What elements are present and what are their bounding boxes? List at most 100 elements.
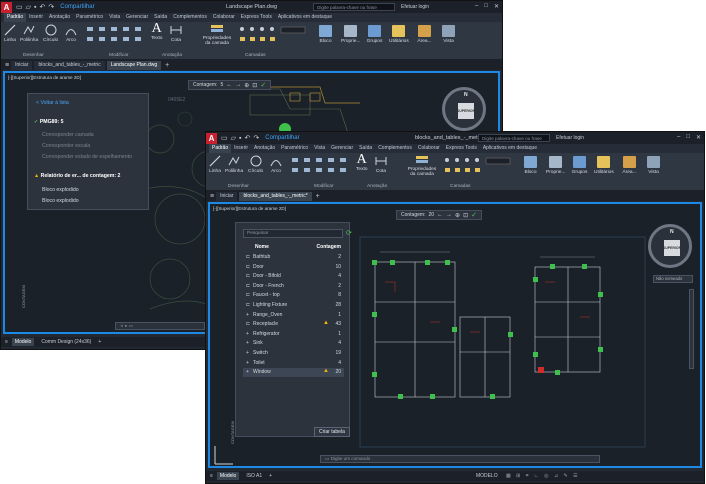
ribbon-tab[interactable]: Padrão: [209, 144, 232, 153]
layers-panel-label[interactable]: Camadas: [245, 53, 266, 58]
file-tab-landscape[interactable]: Landscape Plan.dwg: [106, 60, 162, 70]
model-space-toggle[interactable]: MODELO: [476, 473, 498, 479]
zoom-icon[interactable]: ⊡: [252, 82, 257, 89]
dimension-tool[interactable]: Cota: [170, 24, 182, 43]
ribbon-tab[interactable]: Paramétrico: [278, 144, 311, 153]
modify-panel-label[interactable]: Modificar: [314, 184, 333, 189]
layer-properties-tool[interactable]: Propriedades da camada: [406, 155, 438, 177]
open-folder-icon[interactable]: ▱: [26, 4, 31, 11]
count-table-row[interactable]: ⊏ Door 10: [243, 263, 344, 272]
redo-icon[interactable]: ↷: [253, 135, 259, 142]
count-table-row[interactable]: + Sink 4: [243, 339, 344, 348]
circle-tool[interactable]: Círculo: [43, 24, 58, 43]
command-line-back[interactable]: ⨯ ▸ ▭: [115, 322, 205, 330]
ribbon-tab[interactable]: Express Tools: [238, 13, 275, 22]
ribbon-tab[interactable]: Anotação: [251, 144, 278, 153]
view-panel[interactable]: Vista: [644, 156, 663, 182]
expand-icon[interactable]: +: [246, 312, 249, 318]
ribbon-tab[interactable]: Anotação: [46, 13, 73, 22]
drawing-viewport[interactable]: [-][Superior][Estrutura de arame 2D] Con…: [208, 202, 702, 468]
new-file-icon[interactable]: ▭: [221, 135, 228, 142]
ribbon-tab[interactable]: Complementos: [170, 13, 210, 22]
minimize-icon[interactable]: –: [475, 3, 478, 10]
new-tab-icon[interactable]: +: [316, 193, 320, 200]
option-match-mirror[interactable]: Corresponder estado de espelhamento: [42, 154, 132, 160]
new-tab-icon[interactable]: +: [165, 62, 169, 69]
option-match-scale[interactable]: Corresponder escala: [42, 143, 90, 149]
viewport-label[interactable]: [-][Superior][Estrutura de arame 2D]: [213, 206, 286, 211]
polyline-tool[interactable]: Polilinha: [20, 24, 38, 43]
exploded-block-item[interactable]: Bloco explodido: [42, 198, 79, 204]
ucs-dropdown[interactable]: Não nomeado: [653, 275, 693, 283]
login-button[interactable]: Efetuar login: [556, 135, 584, 141]
menu-icon[interactable]: ≡: [5, 62, 9, 69]
block-panel[interactable]: Bloco: [521, 156, 540, 182]
option-match-layer[interactable]: Corresponder camada: [42, 132, 94, 138]
model-tab[interactable]: Modelo: [11, 338, 35, 346]
count-search-input[interactable]: Pesquisar: [243, 229, 343, 238]
viewport-label[interactable]: [-][Superior][Estrutura de arame 2D]: [8, 75, 81, 80]
ribbon-tab[interactable]: Gerenciar: [328, 144, 356, 153]
expand-icon[interactable]: +: [246, 369, 249, 375]
column-count-header[interactable]: Contagem: [317, 244, 341, 250]
arc-tool[interactable]: Arco: [270, 155, 282, 174]
text-tool[interactable]: A Texto: [151, 22, 162, 42]
warning-icon[interactable]: ▲: [323, 320, 329, 326]
command-line-input[interactable]: ▭ Digite um comando: [320, 455, 600, 463]
polyline-tool[interactable]: Polilinha: [225, 155, 243, 174]
new-file-icon[interactable]: ▭: [16, 4, 23, 11]
undo-icon[interactable]: ↶: [245, 135, 251, 142]
expand-icon[interactable]: +: [246, 331, 249, 337]
close-icon[interactable]: ✕: [696, 134, 701, 141]
add-layout-icon[interactable]: +: [269, 473, 272, 479]
navigation-cube[interactable]: N SUPERIOR: [648, 224, 692, 268]
draw-panel-label[interactable]: Desenhar: [228, 184, 249, 189]
insert-icon[interactable]: ⊕: [244, 82, 249, 89]
navigation-bar[interactable]: [689, 289, 694, 369]
properties-panel[interactable]: Proprie...: [546, 156, 565, 182]
file-tab-start[interactable]: Iniciar: [216, 191, 238, 201]
layer-properties-tool[interactable]: Propriedades da camada: [201, 24, 233, 46]
ribbon-tab[interactable]: Vista: [311, 144, 328, 153]
ribbon-tab[interactable]: Colaborar: [210, 13, 238, 22]
undo-icon[interactable]: ↶: [40, 4, 46, 11]
save-icon[interactable]: ▪: [239, 135, 241, 142]
cube-top-face[interactable]: SUPERIOR: [663, 240, 681, 256]
next-arrow-icon[interactable]: →: [235, 82, 241, 88]
circle-tool[interactable]: Círculo: [248, 155, 263, 174]
insert-icon[interactable]: ⊕: [455, 212, 460, 219]
ribbon-tab[interactable]: Aplicativos em destaque: [480, 144, 540, 153]
utilities-panel[interactable]: Utilitários: [389, 25, 409, 51]
count-table-row[interactable]: + Refrigerator 1: [243, 330, 344, 339]
layout-menu-icon[interactable]: ≡: [210, 473, 213, 479]
block-count-heading[interactable]: ✓ PMG89: 5: [34, 119, 63, 125]
redo-icon[interactable]: ↷: [48, 4, 54, 11]
layer-tools-icon[interactable]: [237, 25, 307, 47]
annotation-panel-label[interactable]: Anotação: [367, 184, 387, 189]
zoom-icon[interactable]: ⊡: [463, 212, 468, 219]
ribbon-tab[interactable]: Complementos: [375, 144, 415, 153]
ribbon-tab[interactable]: Aplicativos em destaque: [275, 13, 335, 22]
add-layout-icon[interactable]: +: [98, 339, 101, 345]
next-arrow-icon[interactable]: →: [446, 212, 452, 218]
modify-panel-label[interactable]: Modificar: [109, 53, 128, 58]
confirm-check-icon[interactable]: ✓: [471, 211, 477, 219]
save-icon[interactable]: ▪: [34, 4, 36, 11]
modify-tools-icon[interactable]: [85, 25, 147, 47]
groups-panel[interactable]: Grupos: [570, 156, 589, 182]
share-button[interactable]: Compartilhar: [60, 4, 94, 10]
create-table-button[interactable]: Criar tabela: [314, 427, 350, 437]
file-tab-blocks[interactable]: blocks_and_tables_-_metric*: [239, 191, 312, 201]
text-tool[interactable]: A Texto: [356, 153, 367, 173]
back-to-list-link[interactable]: < Voltar à lista: [36, 100, 69, 106]
close-icon[interactable]: ✕: [494, 3, 499, 10]
block-panel[interactable]: Bloco: [316, 25, 335, 51]
count-table-row[interactable]: + Range_Oven 1: [243, 311, 344, 320]
count-table-row[interactable]: + Window 20 ▲: [243, 368, 344, 378]
ribbon-tab[interactable]: Inserir: [231, 144, 251, 153]
line-tool[interactable]: Linha: [209, 155, 221, 174]
maximize-icon[interactable]: □: [686, 134, 690, 141]
exploded-block-item[interactable]: Bloco explodido: [42, 187, 79, 193]
count-table-row[interactable]: ⊏ Receptacle 43 ▲: [243, 320, 344, 329]
minimize-icon[interactable]: –: [677, 134, 680, 141]
